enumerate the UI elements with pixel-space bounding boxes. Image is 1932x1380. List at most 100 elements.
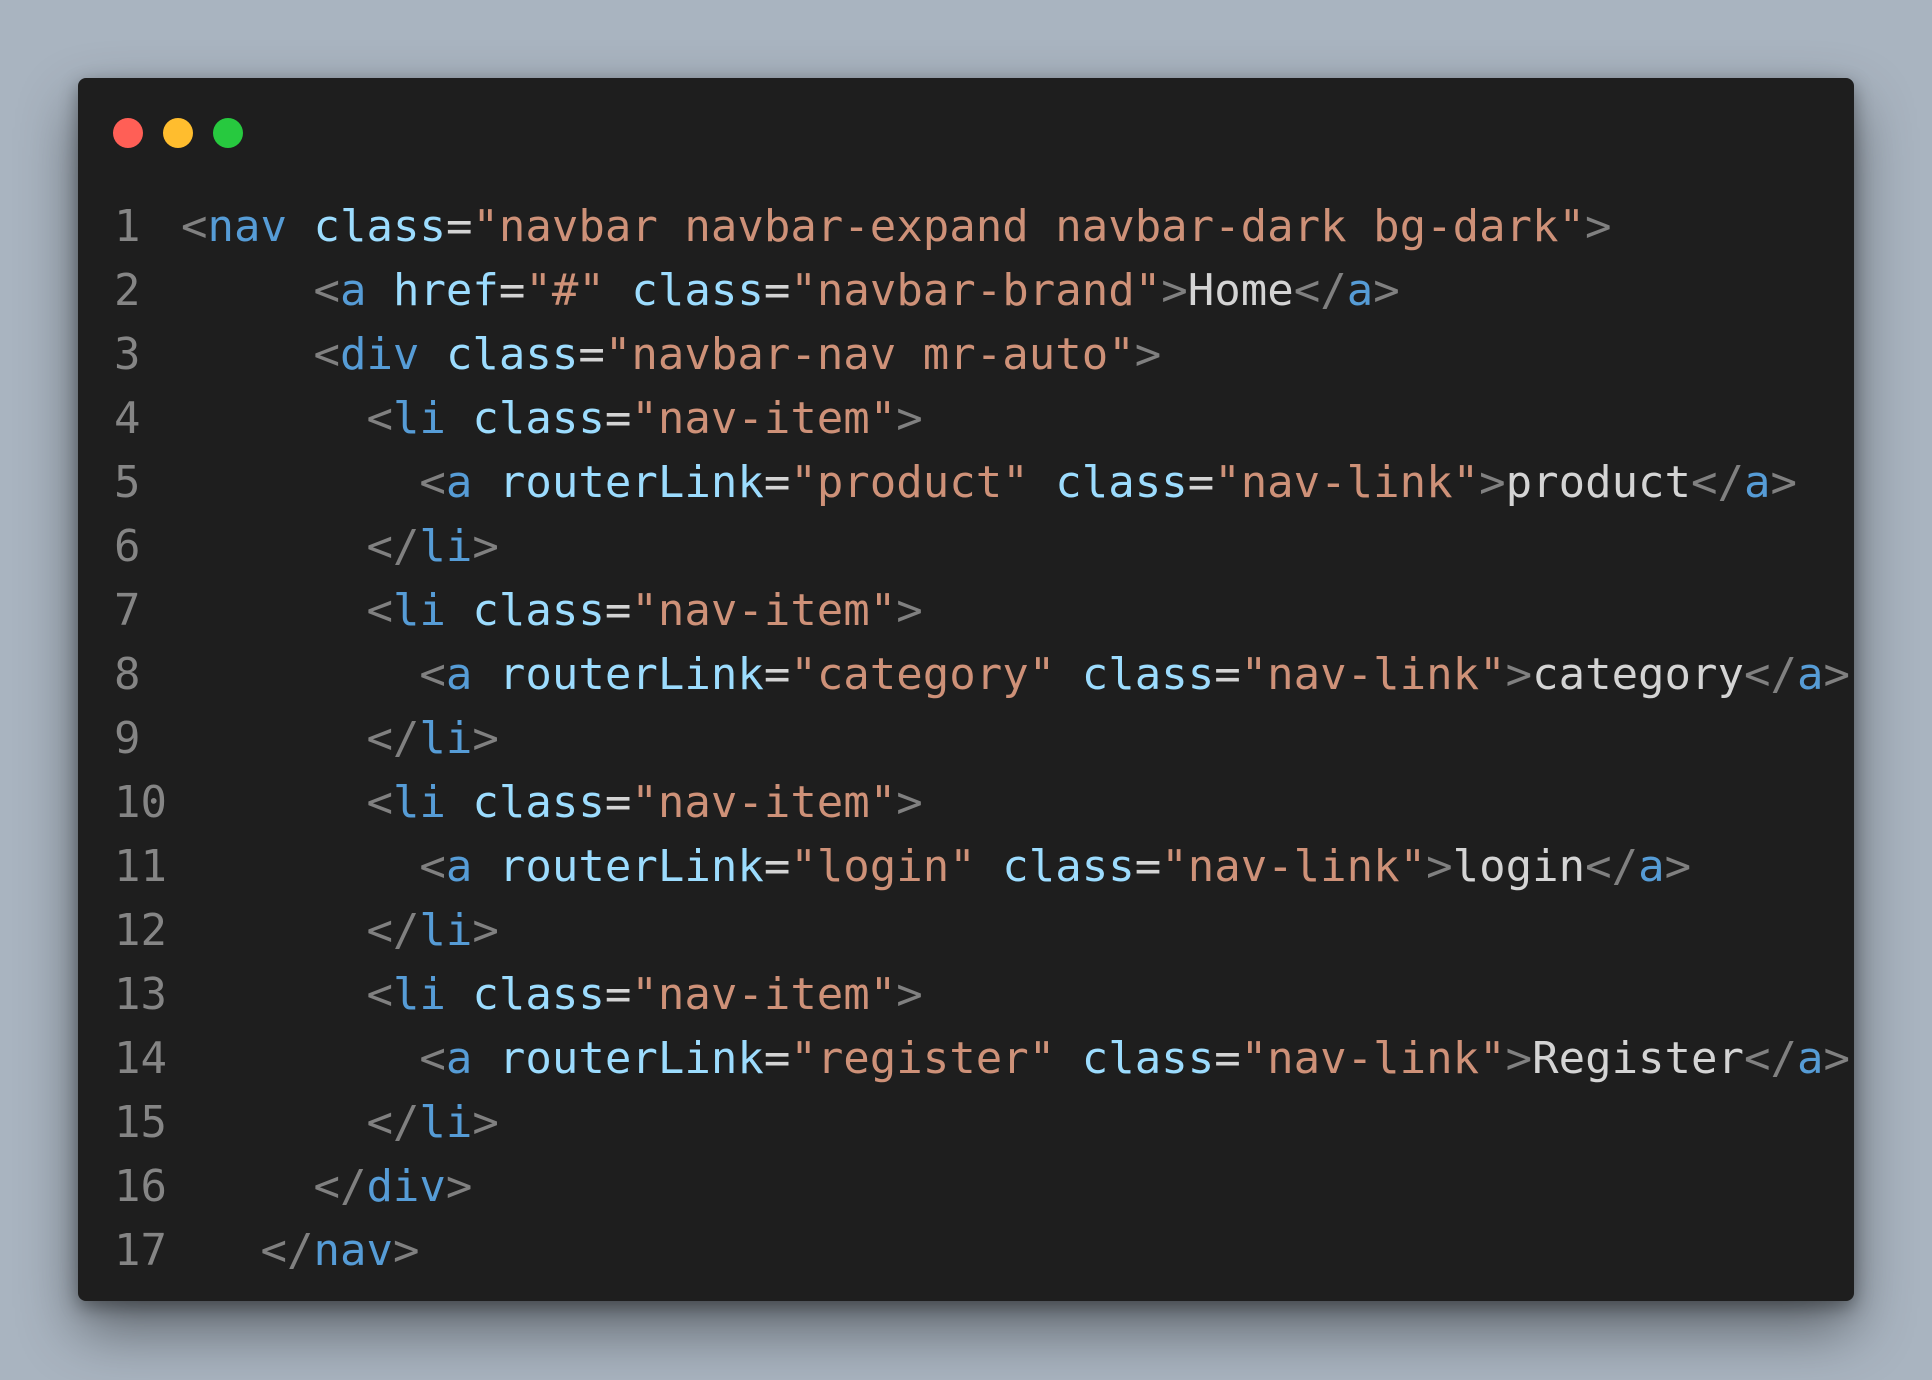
line-content: </li> — [181, 515, 498, 579]
token-punct: > — [1134, 329, 1162, 380]
code-line: 12 </li> — [78, 899, 1854, 963]
token-attr: routerLink — [498, 457, 764, 508]
token-str: "nav-link" — [1240, 1033, 1506, 1084]
code-line: 11 <a routerLink="login" class="nav-link… — [78, 835, 1854, 899]
token-tag: div — [339, 329, 420, 380]
token-punct: < — [313, 265, 340, 316]
token-tag: li — [419, 713, 473, 764]
maximize-window-icon[interactable] — [213, 118, 243, 148]
code-line: 9 </li> — [78, 707, 1854, 771]
token-punct: > — [1770, 457, 1798, 508]
token-punct: </ — [260, 1225, 314, 1276]
token-tag: a — [1797, 649, 1824, 700]
token-eq: = — [763, 457, 791, 508]
token-punct: > — [896, 777, 923, 828]
code-line: 7 <li class="nav-item"> — [78, 579, 1854, 643]
token-text: login — [1452, 841, 1586, 892]
token-punct: < — [366, 393, 393, 444]
token-attr: routerLink — [498, 841, 764, 892]
code-line: 16 </div> — [78, 1155, 1854, 1219]
line-content: </li> — [181, 1091, 498, 1155]
token-attr: class — [472, 393, 605, 444]
token-punct: < — [313, 329, 340, 380]
minimize-window-icon[interactable] — [163, 118, 193, 148]
token-tag: a — [445, 1033, 473, 1084]
token-eq: = — [498, 265, 526, 316]
token-text: Register — [1532, 1033, 1745, 1084]
token-eq: = — [1214, 649, 1241, 700]
line-content: </li> — [181, 707, 498, 771]
token-punct: > — [1505, 649, 1533, 700]
token-tag: a — [445, 457, 473, 508]
code-block: 1 <nav class="navbar navbar-expand navbar… — [78, 195, 1854, 1283]
token-str: "nav-item" — [631, 969, 897, 1020]
token-eq: = — [445, 201, 473, 252]
token-punct: < — [181, 201, 208, 252]
line-content: <a routerLink="category" class="nav-link… — [181, 643, 1850, 707]
line-content: <li class="nav-item"> — [181, 963, 923, 1027]
token-eq: = — [763, 1033, 791, 1084]
token-punct: > — [1161, 265, 1188, 316]
token-text: product — [1505, 457, 1692, 508]
token-attr: class — [472, 969, 605, 1020]
token-punct: > — [1479, 457, 1506, 508]
token-str: "#" — [525, 265, 605, 316]
code-line: 1 <nav class="navbar navbar-expand navbar… — [78, 195, 1854, 259]
token-punct: > — [1426, 841, 1453, 892]
token-punct: > — [896, 969, 923, 1020]
token-tag: li — [419, 905, 473, 956]
token-attr: class — [1055, 457, 1188, 508]
code-line: 6 </li> — [78, 515, 1854, 579]
code-line: 14 <a routerLink="register" class="nav-l… — [78, 1027, 1854, 1091]
close-window-icon[interactable] — [113, 118, 143, 148]
token-tag: a — [1638, 841, 1665, 892]
code-line: 8 <a routerLink="category" class="nav-li… — [78, 643, 1854, 707]
token-punct: </ — [366, 713, 420, 764]
token-str: "nav-link" — [1161, 841, 1427, 892]
token-attr: routerLink — [498, 1033, 764, 1084]
token-punct: > — [1664, 841, 1692, 892]
token-punct: </ — [1744, 1033, 1797, 1084]
token-punct: </ — [366, 1097, 420, 1148]
token-text: Home — [1187, 265, 1294, 316]
code-line: 2 <a href="#" class="navbar-brand">Home<… — [78, 259, 1854, 323]
token-punct: > — [1823, 649, 1851, 700]
token-str: "register" — [790, 1033, 1056, 1084]
token-tag: li — [419, 521, 473, 572]
token-str: "product" — [790, 457, 1029, 508]
token-attr: class — [445, 329, 579, 380]
token-eq: = — [1134, 841, 1162, 892]
token-str: "login" — [790, 841, 976, 892]
line-content: <a href="#" class="navbar-brand">Home</a… — [181, 259, 1399, 323]
token-punct: > — [896, 393, 923, 444]
line-content: <nav class="navbar navbar-expand navbar-… — [181, 195, 1612, 259]
token-punct: < — [419, 841, 446, 892]
token-eq: = — [1214, 1033, 1241, 1084]
token-eq: = — [1187, 457, 1215, 508]
token-attr: routerLink — [498, 649, 764, 700]
token-tag: a — [339, 265, 367, 316]
token-tag: a — [1744, 457, 1771, 508]
token-tag: li — [392, 969, 446, 1020]
token-punct: < — [366, 969, 393, 1020]
token-punct: > — [445, 1161, 473, 1212]
token-tag: nav — [313, 1225, 393, 1276]
line-content: </li> — [181, 899, 498, 963]
